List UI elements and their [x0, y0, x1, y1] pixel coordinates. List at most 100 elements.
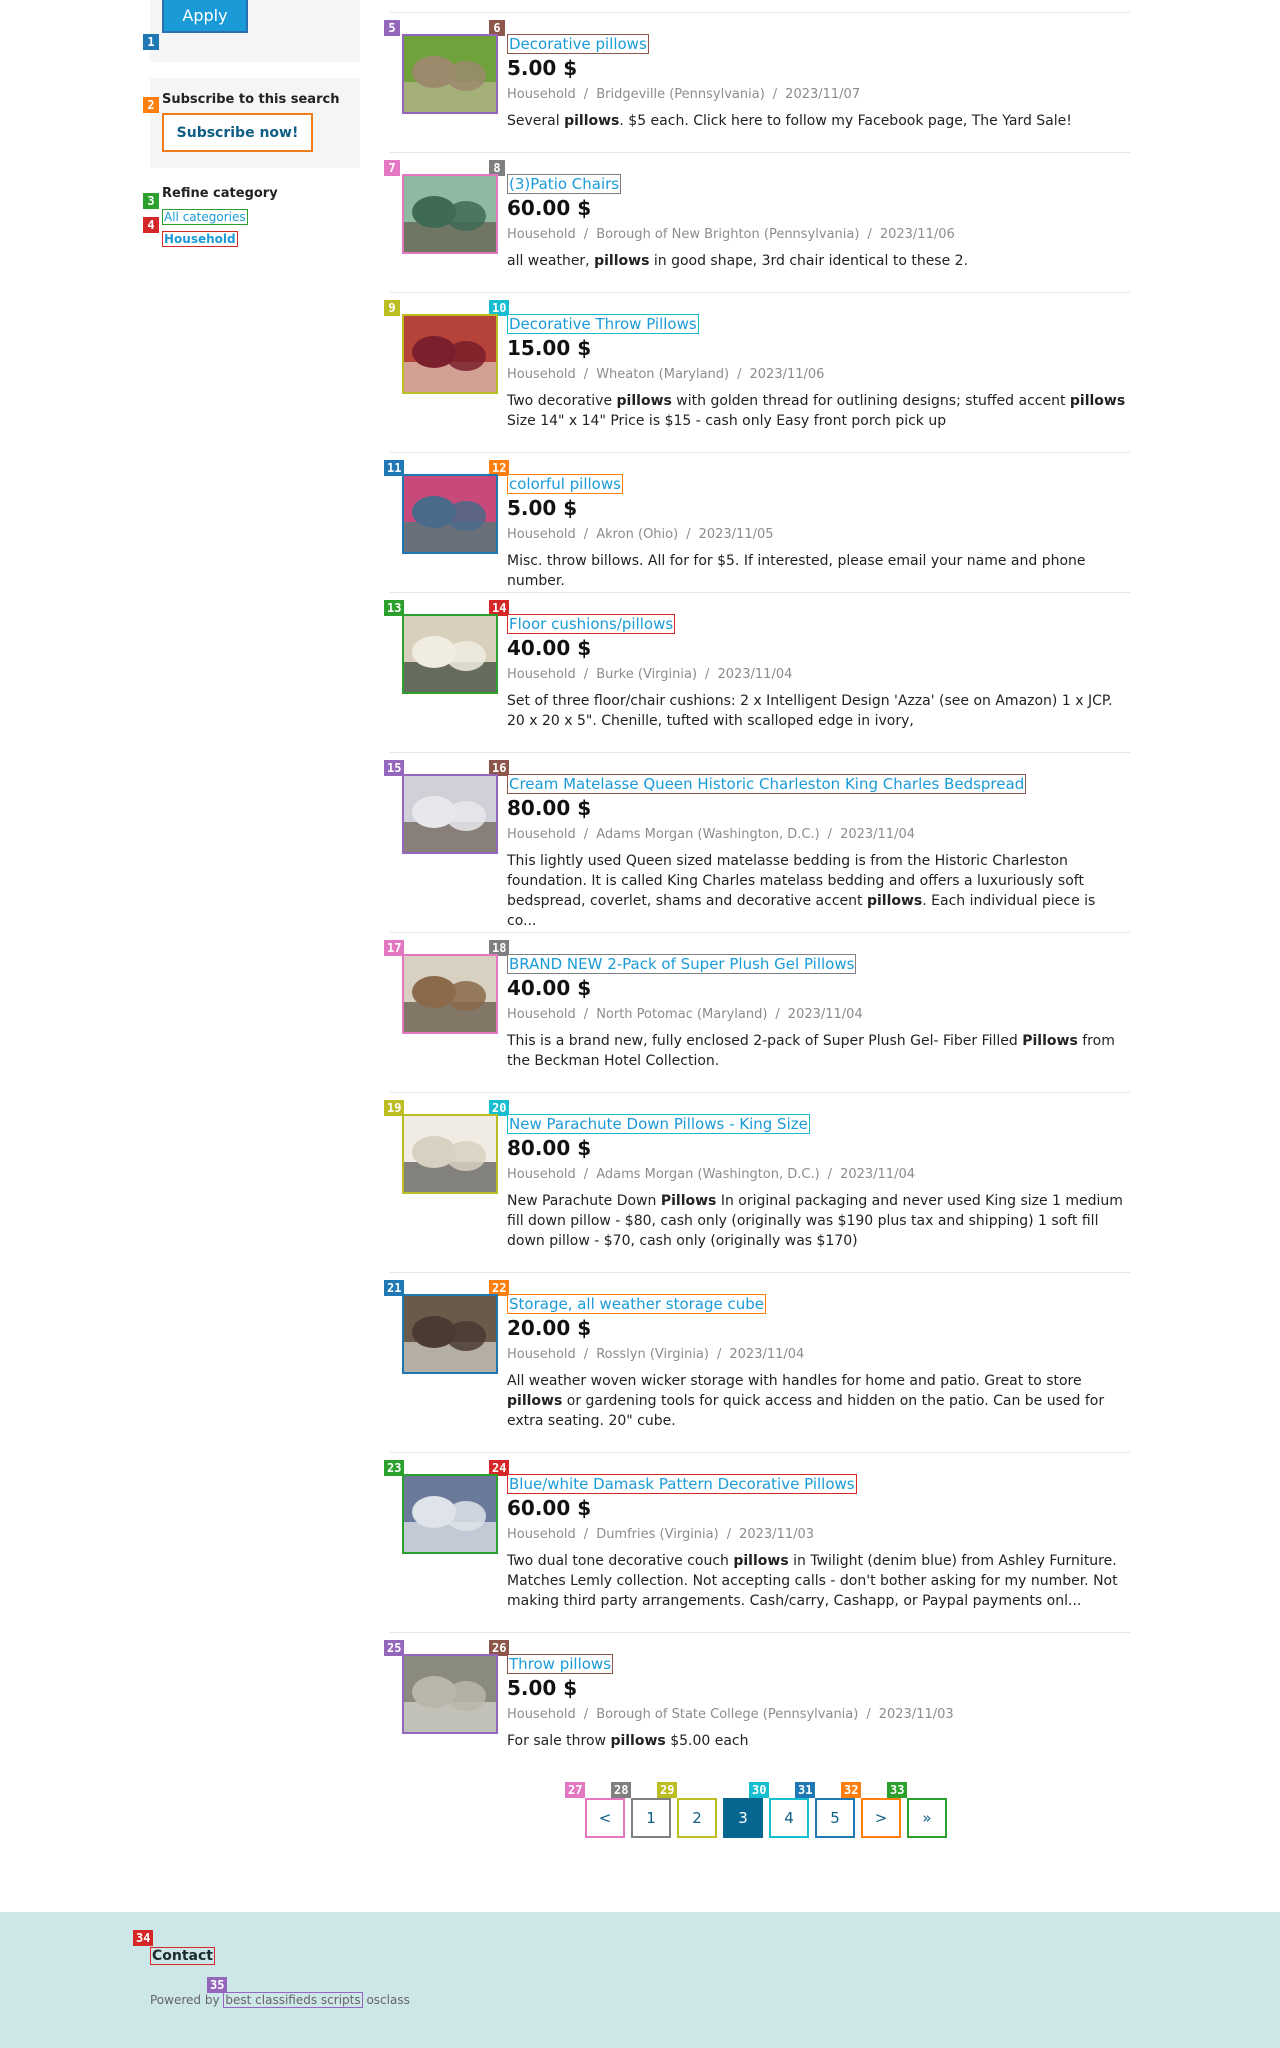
- listing-divider: [390, 752, 1130, 753]
- listing-price: 60.00 $: [507, 1496, 592, 1520]
- meta-separator: /: [583, 667, 589, 682]
- listing-title-link[interactable]: Cream Matelasse Queen Historic Charlesto…: [507, 774, 1027, 794]
- listing-thumbnail[interactable]: [402, 174, 498, 254]
- page-1-button[interactable]: 1: [631, 1798, 671, 1838]
- listing-item: 11 12 colorful pillows 5.00 $ Household / Akro…: [384, 452, 1130, 602]
- listing-description: all weather, pillows in good shape, 3rd …: [507, 253, 969, 269]
- meta-separator: /: [775, 1007, 780, 1022]
- marker-32: 32: [841, 1782, 862, 1798]
- listing-divider: [390, 932, 1130, 933]
- listing-price: 20.00 $: [507, 1316, 592, 1340]
- listing-thumbnail[interactable]: [402, 1474, 498, 1554]
- listing-category: Household: [507, 667, 576, 682]
- listing-title-link[interactable]: colorful pillows: [507, 474, 623, 494]
- listing-title-link[interactable]: Throw pillows: [507, 1654, 614, 1674]
- meta-separator: /: [583, 227, 589, 242]
- listing-date: 2023/11/04: [840, 827, 915, 842]
- listing-meta: Household / North Potomac (Maryland) / 2023/…: [507, 1007, 863, 1022]
- listing-location: Adams Morgan (Washington, D.C.): [596, 827, 820, 842]
- meta-separator: /: [583, 827, 589, 842]
- listing-thumbnail[interactable]: [402, 474, 498, 554]
- listing-thumbnail[interactable]: [402, 954, 498, 1034]
- listing-price: 15.00 $: [507, 336, 592, 360]
- listing-description: Set of three floor/chair cushions: 2 x I…: [507, 693, 1113, 729]
- page-next-button[interactable]: >: [861, 1798, 901, 1838]
- listing-description: All weather woven wicker storage with ha…: [507, 1373, 1105, 1429]
- listing-item: 9 10 Decorative Throw Pillows 15.00 $ Househ…: [384, 292, 1130, 442]
- meta-separator: /: [583, 1707, 589, 1722]
- listing-thumbnail[interactable]: [402, 314, 498, 394]
- listing-meta: Household / Rosslyn (Virginia) / 2023/11/04: [507, 1347, 804, 1362]
- listing-thumbnail[interactable]: [402, 1114, 498, 1194]
- listing-description: Several pillows. $5 each. Click here to …: [507, 113, 1072, 129]
- listing-date: 2023/11/06: [879, 227, 955, 242]
- page-last-button[interactable]: »: [907, 1798, 947, 1838]
- listing-divider: [390, 452, 1130, 453]
- page-2-button[interactable]: 2: [677, 1798, 717, 1838]
- listing-thumbnail[interactable]: [402, 774, 498, 854]
- listing-meta: Household / Burke (Virginia) / 2023/11/04: [507, 667, 792, 682]
- listing-price: 80.00 $: [507, 796, 592, 820]
- listing-divider: [390, 1092, 1130, 1093]
- listing-divider: [390, 12, 1130, 13]
- listing-description: Misc. throw billows. All for for $5. If …: [507, 553, 1086, 589]
- page-prev-button[interactable]: <: [585, 1798, 625, 1838]
- page-3-button[interactable]: 3: [723, 1798, 763, 1838]
- listing-title-link[interactable]: (3)Patio Chairs: [507, 174, 622, 194]
- apply-button[interactable]: Apply: [162, 0, 248, 33]
- listing-price: 60.00 $: [507, 196, 592, 220]
- listing-item: 13 14 Floor cushions/pillows 40.00 $ Househo…: [384, 592, 1130, 742]
- listing-title-link[interactable]: Decorative Throw Pillows: [507, 314, 699, 334]
- meta-separator: /: [686, 527, 691, 542]
- listing-category: Household: [507, 1707, 576, 1722]
- listing-title-link[interactable]: Decorative pillows: [507, 34, 649, 54]
- page-item: 5 31: [795, 1782, 855, 1838]
- category-all-link[interactable]: All categories: [162, 209, 248, 225]
- marker-28: 28: [611, 1782, 632, 1798]
- listing-description: Two dual tone decorative couch pillows i…: [507, 1553, 1118, 1609]
- refine-category-title: Refine category: [162, 186, 278, 201]
- meta-separator: /: [583, 1527, 589, 1542]
- listing-date: 2023/11/06: [749, 367, 825, 382]
- listing-thumbnail[interactable]: [402, 614, 498, 694]
- meta-separator: /: [867, 227, 872, 242]
- listing-date: 2023/11/03: [878, 1707, 954, 1722]
- powered-by-link[interactable]: best classifieds scripts: [223, 1992, 363, 2008]
- category-household-link[interactable]: Household: [162, 231, 238, 247]
- listing-thumbnail[interactable]: [402, 1654, 498, 1734]
- listing-location: Adams Morgan (Washington, D.C.): [596, 1167, 820, 1182]
- listing-meta: Household / Dumfries (Virginia) / 2023/11/03: [507, 1527, 814, 1542]
- listing-description: Two decorative pillows with golden threa…: [507, 393, 1126, 429]
- page-4-button[interactable]: 4: [769, 1798, 809, 1838]
- listing-thumbnail[interactable]: [402, 1294, 498, 1374]
- contact-link[interactable]: Contact: [150, 1947, 215, 1965]
- listing-item: 23 24 Blue/white Damask Pattern Decorative…: [384, 1452, 1130, 1609]
- listing-title-link[interactable]: Storage, all weather storage cube: [507, 1294, 767, 1314]
- marker-35: 35: [207, 1977, 228, 1993]
- marker-9: 9: [384, 300, 400, 316]
- listing-item: 7 8 (3)Patio Chairs 60.00 $ Household / Boroug…: [384, 152, 1130, 302]
- meta-separator: /: [772, 87, 778, 102]
- subscribe-button[interactable]: Subscribe now!: [162, 113, 313, 152]
- listing-title-link[interactable]: BRAND NEW 2-Pack of Super Plush Gel Pill…: [507, 954, 857, 974]
- powered-suffix: osclass: [366, 1993, 410, 2007]
- listing-item: 19 20 New Parachute Down Pillows - King Si…: [384, 1092, 1130, 1249]
- marker-33: 33: [887, 1782, 908, 1798]
- listing-location: Burke (Virginia): [596, 667, 698, 682]
- listing-title-link[interactable]: Floor cushions/pillows: [507, 614, 676, 634]
- listing-divider: [390, 592, 1130, 593]
- page-item: 2 29: [657, 1782, 717, 1838]
- page-5-button[interactable]: 5: [815, 1798, 855, 1838]
- listing-title-link[interactable]: Blue/white Damask Pattern Decorative Pil…: [507, 1474, 857, 1494]
- listing-price: 80.00 $: [507, 1136, 592, 1160]
- listing-price: 5.00 $: [507, 56, 578, 80]
- listing-item: 17 18 BRAND NEW 2-Pack of Super Plush Gel …: [384, 932, 1130, 1082]
- listing-divider: [390, 1452, 1130, 1453]
- listing-meta: Household / Wheaton (Maryland) / 2023/11/06: [507, 367, 824, 382]
- page-item: » 33: [887, 1782, 947, 1838]
- listing-location: Borough of New Brighton (Pennsylvania): [596, 227, 860, 242]
- listing-category: Household: [507, 367, 576, 382]
- listing-title-link[interactable]: New Parachute Down Pillows - King Size: [507, 1114, 810, 1134]
- listing-thumbnail[interactable]: [402, 34, 498, 114]
- marker-31: 31: [795, 1782, 816, 1798]
